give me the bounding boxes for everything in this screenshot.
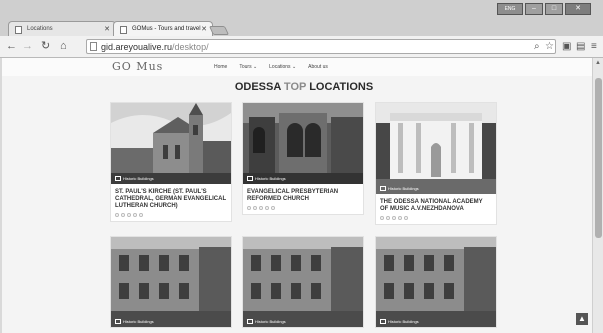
page-icon bbox=[120, 26, 127, 34]
star-icon[interactable] bbox=[271, 206, 275, 210]
building-icon bbox=[380, 319, 386, 324]
location-photo[interactable]: Historic Buildings bbox=[376, 103, 496, 194]
reload-icon[interactable]: ↻ bbox=[41, 40, 50, 52]
location-card[interactable]: Historic Buildings bbox=[110, 236, 232, 328]
address-bar[interactable]: gid.areyoualive.ru/desktop/ bbox=[86, 39, 556, 54]
location-photo[interactable]: Historic Buildings bbox=[243, 237, 363, 327]
star-icon[interactable] bbox=[259, 206, 263, 210]
rating[interactable] bbox=[111, 210, 231, 221]
rating[interactable] bbox=[243, 203, 363, 214]
browser-toolbar: ← → ↻ ⌂ gid.areyoualive.ru/desktop/ ⌕ ☆ … bbox=[0, 36, 603, 58]
star-icon[interactable] bbox=[398, 216, 402, 220]
building-icon bbox=[115, 319, 121, 324]
location-card[interactable]: Historic Buildings bbox=[375, 236, 497, 328]
new-tab-button[interactable] bbox=[208, 26, 230, 35]
star-icon[interactable] bbox=[380, 216, 384, 220]
page-viewport: GO Mus Home Tours ⌄ Locations ⌄ About us… bbox=[2, 58, 592, 333]
card-title[interactable]: Evangelical Presbyterian Reformed Church bbox=[243, 184, 363, 203]
location-photo[interactable]: Historic Buildings bbox=[111, 103, 231, 184]
building-icon bbox=[247, 176, 253, 181]
location-card[interactable]: Historic Buildings St. Paul's Kirche (St… bbox=[110, 102, 232, 222]
star-icon[interactable] bbox=[265, 206, 269, 210]
star-icon[interactable] bbox=[127, 213, 131, 217]
category-badge: Historic Buildings bbox=[115, 176, 154, 181]
location-photo[interactable]: Historic Buildings bbox=[243, 103, 363, 184]
page-title: ODESSA TOP LOCATIONS bbox=[234, 81, 374, 93]
site-menu: Home Tours ⌄ Locations ⌄ About us bbox=[214, 64, 328, 70]
forward-icon[interactable]: → bbox=[22, 40, 33, 52]
rating[interactable] bbox=[376, 213, 496, 224]
nav-home[interactable]: Home bbox=[214, 64, 227, 70]
address-host: gid.areyoualive.ru bbox=[101, 42, 173, 52]
location-card[interactable]: Historic Buildings The Odessa National A… bbox=[375, 102, 497, 225]
back-to-top-button[interactable]: ▲ bbox=[576, 313, 588, 325]
maximize-button[interactable]: □ bbox=[545, 3, 563, 15]
star-icon[interactable] bbox=[392, 216, 396, 220]
building-icon bbox=[115, 176, 121, 181]
browser-titlebar: Locations ✕ GOMus - Tours and travel ✕ E… bbox=[0, 0, 603, 37]
menu-icon[interactable]: ≡ bbox=[591, 41, 597, 52]
page-icon bbox=[90, 42, 97, 51]
card-title[interactable]: The Odessa National Academy of Music A.V… bbox=[376, 194, 496, 213]
site-navbar: GO Mus Home Tours ⌄ Locations ⌄ About us bbox=[2, 58, 592, 76]
building-icon bbox=[380, 186, 386, 191]
window-controls: ENG – □ ✕ bbox=[497, 3, 591, 15]
category-badge: Historic Buildings bbox=[380, 319, 419, 324]
location-photo[interactable]: Historic Buildings bbox=[376, 237, 496, 327]
star-icon[interactable] bbox=[133, 213, 137, 217]
star-icon[interactable] bbox=[121, 213, 125, 217]
star-icon[interactable] bbox=[139, 213, 143, 217]
page-icon bbox=[15, 26, 22, 34]
star-icon[interactable] bbox=[386, 216, 390, 220]
close-window-button[interactable]: ✕ bbox=[565, 3, 591, 15]
tab-locations[interactable]: Locations ✕ bbox=[8, 21, 116, 37]
star-icon[interactable] bbox=[247, 206, 251, 210]
nav-about[interactable]: About us bbox=[308, 64, 328, 70]
star-icon[interactable] bbox=[115, 213, 119, 217]
address-path: /desktop/ bbox=[172, 42, 209, 52]
zoom-icon[interactable]: ⌕ bbox=[534, 41, 540, 52]
scroll-up-icon[interactable]: ▲ bbox=[595, 60, 601, 66]
star-icon[interactable] bbox=[253, 206, 257, 210]
site-logo[interactable]: GO Mus bbox=[112, 60, 163, 73]
close-tab-icon[interactable]: ✕ bbox=[104, 25, 110, 33]
location-card[interactable]: Historic Buildings Evangelical Presbyter… bbox=[242, 102, 364, 215]
close-tab-icon[interactable]: ✕ bbox=[201, 25, 207, 33]
scrollbar-thumb[interactable] bbox=[595, 78, 602, 238]
star-icon[interactable] bbox=[404, 216, 408, 220]
nav-tours[interactable]: Tours ⌄ bbox=[239, 64, 257, 70]
category-badge: Historic Buildings bbox=[247, 319, 286, 324]
bookmark-star-icon[interactable]: ☆ bbox=[545, 41, 554, 52]
location-photo[interactable]: Historic Buildings bbox=[111, 237, 231, 327]
extension-icon[interactable]: ▣ bbox=[562, 41, 571, 52]
category-badge: Historic Buildings bbox=[247, 176, 286, 181]
extension-icon-2[interactable]: ▤ bbox=[576, 41, 585, 52]
home-icon[interactable]: ⌂ bbox=[60, 40, 67, 52]
minimize-button[interactable]: – bbox=[525, 3, 543, 15]
card-title[interactable]: St. Paul's Kirche (St. Paul's Cathedral,… bbox=[111, 184, 231, 210]
building-icon bbox=[247, 319, 253, 324]
tab-gomus[interactable]: GOMus - Tours and travel ✕ bbox=[113, 21, 213, 37]
category-badge: Historic Buildings bbox=[380, 186, 419, 191]
nav-locations[interactable]: Locations ⌄ bbox=[269, 64, 296, 70]
location-card[interactable]: Historic Buildings bbox=[242, 236, 364, 328]
scrollbar[interactable]: ▲ bbox=[592, 58, 603, 333]
category-badge: Historic Buildings bbox=[115, 319, 154, 324]
language-indicator: ENG bbox=[497, 3, 523, 15]
back-icon[interactable]: ← bbox=[6, 40, 17, 52]
